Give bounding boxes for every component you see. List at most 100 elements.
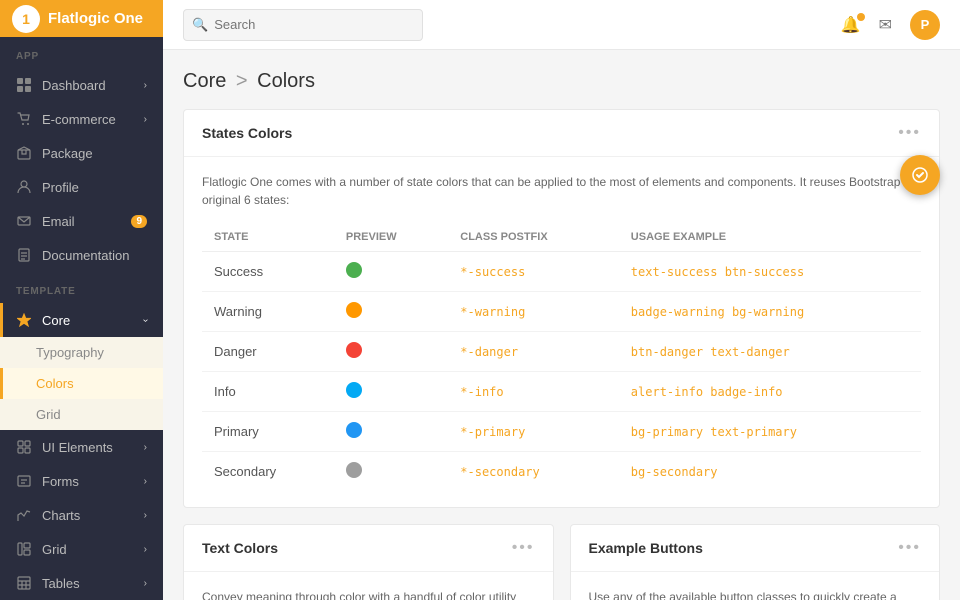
- table-row: Info *-info alert-info badge-info: [202, 372, 921, 412]
- text-colors-header: Text Colors •••: [184, 525, 553, 572]
- sidebar-item-package[interactable]: Package: [0, 136, 163, 170]
- search-box[interactable]: 🔍: [183, 9, 423, 41]
- sidebar-item-profile[interactable]: Profile: [0, 170, 163, 204]
- states-colors-card: States Colors ••• Flatlogic One comes wi…: [183, 109, 940, 508]
- avatar[interactable]: P: [910, 10, 940, 40]
- state-name: Secondary: [202, 452, 334, 492]
- states-colors-menu[interactable]: •••: [898, 124, 921, 142]
- sidebar-header: 1 Flatlogic One: [0, 0, 163, 37]
- sidebar-item-label: Package: [42, 146, 147, 161]
- states-colors-desc: Flatlogic One comes with a number of sta…: [202, 173, 921, 209]
- sidebar-item-email[interactable]: Email 9: [0, 204, 163, 238]
- sidebar-item-charts[interactable]: Charts ›: [0, 498, 163, 532]
- fab-button[interactable]: [900, 155, 940, 195]
- breadcrumb-separator: >: [236, 70, 253, 92]
- table-row: Danger *-danger btn-danger text-danger: [202, 332, 921, 372]
- states-colors-body: Flatlogic One comes with a number of sta…: [184, 157, 939, 507]
- states-colors-title: States Colors: [202, 125, 292, 141]
- table-row: Success *-success text-success btn-succe…: [202, 252, 921, 292]
- core-subitems: Typography Colors Grid: [0, 337, 163, 430]
- state-postfix: *-secondary: [448, 452, 619, 492]
- sidebar-item-forms[interactable]: Forms ›: [0, 464, 163, 498]
- chevron-icon: ›: [144, 114, 147, 125]
- state-preview: [334, 452, 448, 492]
- app-name: Flatlogic One: [48, 10, 143, 27]
- state-usage: badge-warning bg-warning: [619, 292, 921, 332]
- example-buttons-header: Example Buttons •••: [571, 525, 940, 572]
- mail-icon: [16, 213, 32, 229]
- grid2-icon: [16, 541, 32, 557]
- state-name: Success: [202, 252, 334, 292]
- state-postfix: *-info: [448, 372, 619, 412]
- chevron-icon: ›: [144, 544, 147, 555]
- sidebar-item-label: Dashboard: [42, 78, 134, 93]
- search-input[interactable]: [214, 17, 414, 32]
- chevron-icon: ›: [144, 510, 147, 521]
- state-name: Info: [202, 372, 334, 412]
- breadcrumb-part1: Core: [183, 70, 226, 92]
- state-usage: text-success btn-success: [619, 252, 921, 292]
- form-icon: [16, 473, 32, 489]
- chevron-icon: ›: [144, 578, 147, 589]
- sidebar-item-ui-elements[interactable]: UI Elements ›: [0, 430, 163, 464]
- logo-circle: 1: [12, 5, 40, 33]
- table-icon: [16, 575, 32, 591]
- state-usage: alert-info badge-info: [619, 372, 921, 412]
- chevron-icon: ›: [144, 476, 147, 487]
- sidebar-item-label: Profile: [42, 180, 147, 195]
- state-postfix: *-warning: [448, 292, 619, 332]
- sidebar-item-ecommerce[interactable]: E-commerce ›: [0, 102, 163, 136]
- state-preview: [334, 412, 448, 452]
- table-row: Primary *-primary bg-primary text-primar…: [202, 412, 921, 452]
- text-colors-menu[interactable]: •••: [512, 539, 535, 557]
- sidebar-item-label: Forms: [42, 474, 134, 489]
- page-title: Core > Colors: [183, 70, 940, 93]
- example-buttons-card: Example Buttons ••• Use any of the avail…: [570, 524, 941, 600]
- text-colors-body: Convey meaning through color with a hand…: [184, 572, 553, 600]
- col-postfix: CLASS POSTFIX: [448, 223, 619, 252]
- sidebar-item-label: E-commerce: [42, 112, 134, 127]
- topbar: 🔍 🔔 ✉ P: [163, 0, 960, 50]
- col-usage: USAGE EXAMPLE: [619, 223, 921, 252]
- sidebar-item-label: Tables: [42, 576, 134, 591]
- state-preview: [334, 332, 448, 372]
- example-buttons-menu[interactable]: •••: [898, 539, 921, 557]
- ui-icon: [16, 439, 32, 455]
- user-icon: [16, 179, 32, 195]
- state-name: Primary: [202, 412, 334, 452]
- sidebar-item-label: Documentation: [42, 248, 147, 263]
- state-preview: [334, 372, 448, 412]
- notification-bell[interactable]: 🔔: [841, 15, 861, 35]
- breadcrumb-part2: Colors: [257, 70, 315, 92]
- example-buttons-body: Use any of the available button classes …: [571, 572, 940, 600]
- sidebar-subitem-grid[interactable]: Grid: [0, 399, 163, 430]
- chart-icon: [16, 507, 32, 523]
- sidebar: 1 Flatlogic One APP Dashboard › E-commer…: [0, 0, 163, 600]
- sidebar-subitem-colors[interactable]: Colors: [0, 368, 163, 399]
- states-table: STATE PREVIEW CLASS POSTFIX USAGE EXAMPL…: [202, 223, 921, 491]
- sidebar-item-tables[interactable]: Tables ›: [0, 566, 163, 600]
- section-label-app: APP: [0, 37, 163, 68]
- state-usage: bg-secondary: [619, 452, 921, 492]
- doc-icon: [16, 247, 32, 263]
- mail-icon[interactable]: ✉: [879, 15, 892, 35]
- text-colors-title: Text Colors: [202, 540, 278, 556]
- text-colors-desc: Convey meaning through color with a hand…: [202, 588, 535, 600]
- sidebar-subitem-typography[interactable]: Typography: [0, 337, 163, 368]
- grid-icon: [16, 77, 32, 93]
- star-icon: [16, 312, 32, 328]
- chevron-icon: ›: [144, 442, 147, 453]
- main-content: Core > Colors States Colors ••• Flatlogi…: [163, 50, 960, 600]
- sidebar-item-dashboard[interactable]: Dashboard ›: [0, 68, 163, 102]
- sidebar-item-label: Email: [42, 214, 121, 229]
- example-buttons-title: Example Buttons: [589, 540, 703, 556]
- state-postfix: *-primary: [448, 412, 619, 452]
- search-icon: 🔍: [192, 17, 208, 33]
- text-colors-card: Text Colors ••• Convey meaning through c…: [183, 524, 554, 600]
- state-preview: [334, 252, 448, 292]
- state-name: Danger: [202, 332, 334, 372]
- sidebar-item-grid[interactable]: Grid ›: [0, 532, 163, 566]
- sidebar-item-core[interactable]: Core ›: [0, 303, 163, 337]
- sidebar-item-documentation[interactable]: Documentation: [0, 238, 163, 272]
- box-icon: [16, 145, 32, 161]
